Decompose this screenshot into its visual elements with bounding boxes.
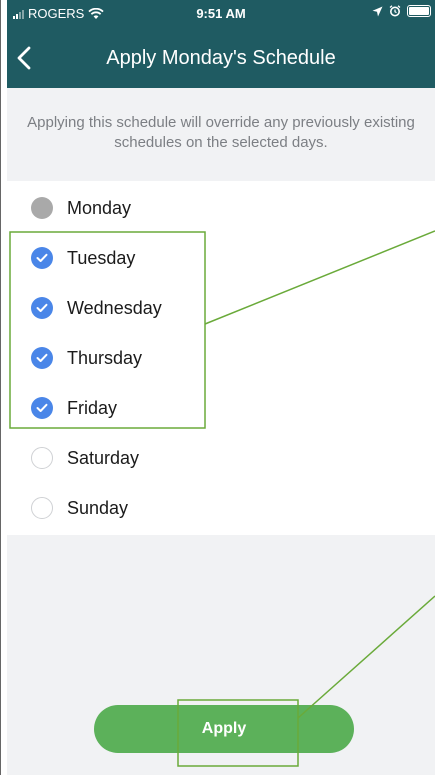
day-list: Monday Tuesday Wednesday Thursday Friday (7, 181, 435, 535)
day-row-saturday[interactable]: Saturday (7, 433, 435, 483)
status-right (372, 5, 431, 17)
nav-bar: Apply Monday's Schedule (7, 38, 435, 82)
day-label: Wednesday (67, 298, 162, 318)
day-radio-disabled-icon (31, 197, 53, 219)
checkmark-icon (31, 297, 53, 319)
battery-icon (407, 5, 431, 17)
day-row-monday[interactable]: Monday (7, 183, 435, 233)
status-time: 9:51 AM (196, 6, 246, 21)
day-label: Saturday (67, 448, 140, 468)
day-label: Tuesday (67, 248, 136, 268)
checkmark-icon (31, 347, 53, 369)
location-arrow-icon (372, 6, 383, 16)
day-row-tuesday[interactable]: Tuesday (7, 233, 435, 283)
day-label: Monday (67, 198, 132, 218)
app-header: ROGERS 9:51 AM Apply Monday's Schedule (7, 0, 435, 88)
status-bar: ROGERS 9:51 AM (7, 0, 435, 34)
day-label: Sunday (67, 498, 129, 518)
day-row-thursday[interactable]: Thursday (7, 333, 435, 383)
apply-button[interactable]: Apply (94, 705, 354, 753)
alarm-icon (389, 5, 401, 17)
day-row-sunday[interactable]: Sunday (7, 483, 435, 533)
left-frame-line (0, 0, 1, 775)
page-title: Apply Monday's Schedule (106, 47, 336, 69)
checkmark-icon (31, 397, 53, 419)
day-label: Thursday (67, 348, 143, 368)
radio-empty-icon (31, 447, 53, 469)
day-row-wednesday[interactable]: Wednesday (7, 283, 435, 333)
override-notice: Applying this schedule will override any… (27, 114, 415, 151)
day-label: Friday (67, 398, 118, 418)
day-row-friday[interactable]: Friday (7, 383, 435, 433)
radio-empty-icon (31, 497, 53, 519)
checkmark-icon (31, 247, 53, 269)
phone-screen: ROGERS 9:51 AM Apply Monday's Schedule A… (7, 0, 435, 775)
